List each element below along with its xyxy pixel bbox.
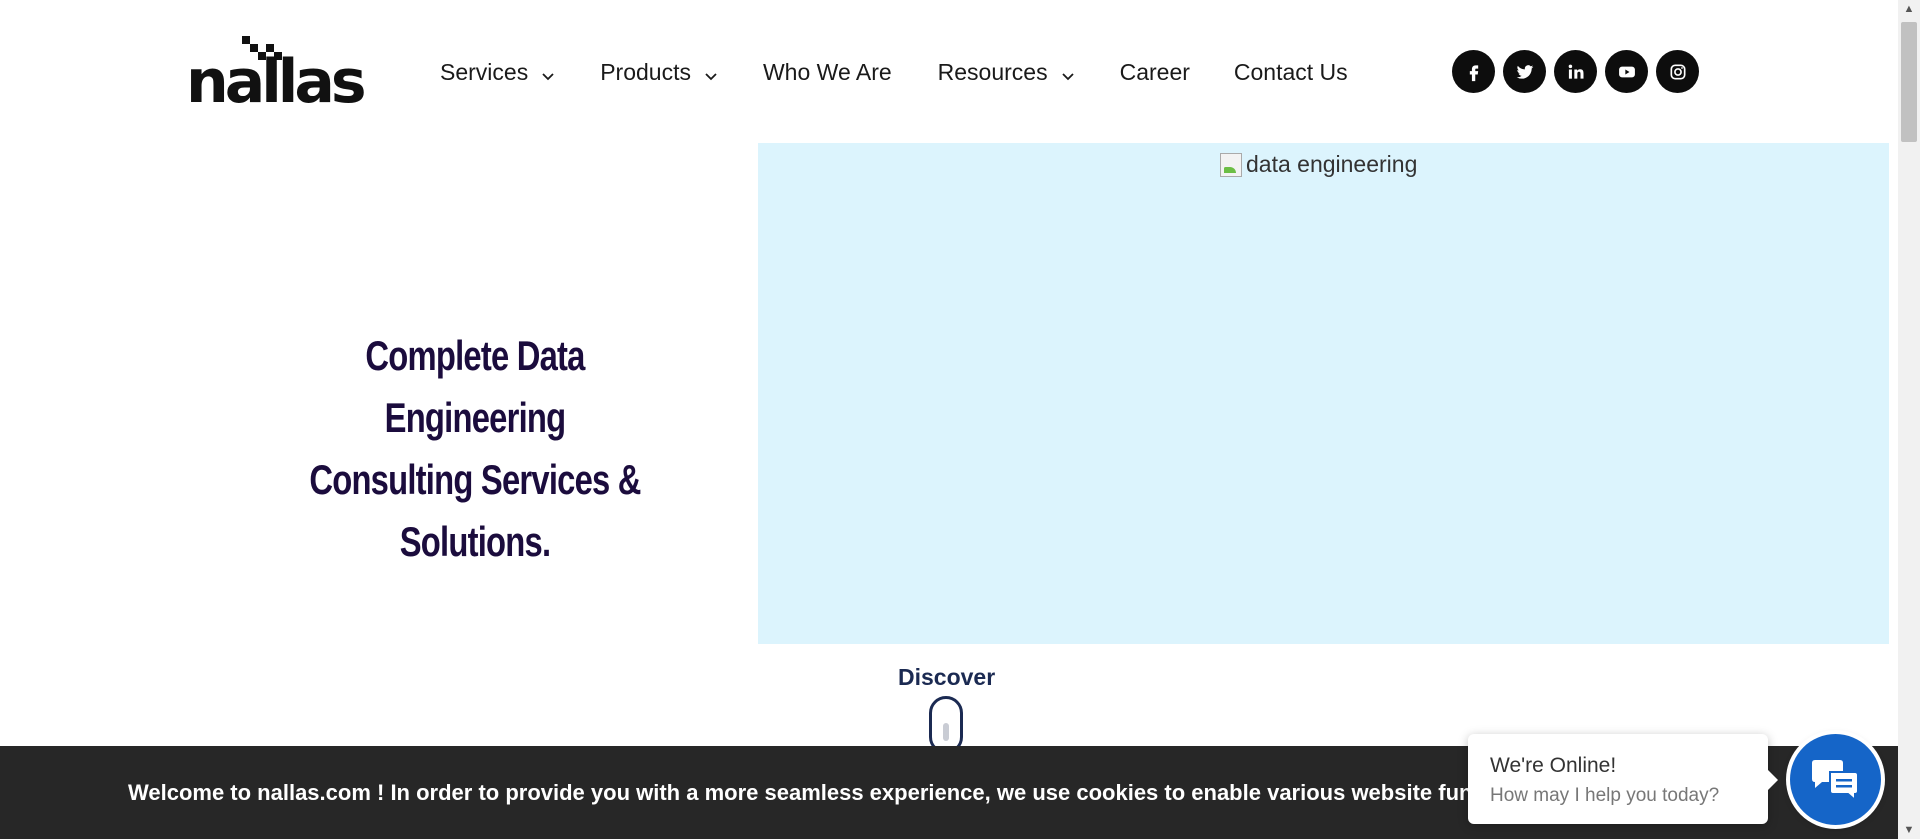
hero-title: Complete Data Engineering Consulting Ser… bbox=[284, 325, 666, 573]
nav-who-we-are[interactable]: Who We Are bbox=[763, 59, 892, 86]
nav-products[interactable]: Products bbox=[600, 59, 719, 86]
chat-title: We're Online! bbox=[1490, 754, 1617, 777]
scroll-up-arrow-icon[interactable]: ▲ bbox=[1898, 0, 1920, 18]
nav-who-we-are-label: Who We Are bbox=[762, 58, 892, 85]
nav-resources-label: Resources bbox=[937, 58, 1048, 85]
nav-contact-us-label: Contact Us bbox=[1233, 58, 1348, 85]
hero-image-alt-text: data engineering bbox=[1246, 151, 1418, 177]
chat-subtitle: How may I help you today? bbox=[1490, 785, 1720, 806]
chevron-down-icon bbox=[703, 63, 719, 81]
page-scrollbar[interactable]: ▲ ▼ bbox=[1898, 0, 1920, 839]
instagram-link[interactable] bbox=[1656, 50, 1699, 93]
nav-contact-us[interactable]: Contact Us bbox=[1234, 59, 1348, 86]
scroll-down-arrow-icon[interactable]: ▼ bbox=[1898, 821, 1920, 839]
broken-image-placeholder: data engineering bbox=[1220, 151, 1417, 178]
nav-services[interactable]: Services bbox=[440, 59, 556, 86]
nav-services-label: Services bbox=[440, 58, 529, 85]
chat-icon bbox=[1811, 759, 1859, 801]
facebook-link[interactable] bbox=[1452, 50, 1495, 93]
cookie-text: Welcome to nallas.com ! In order to prov… bbox=[128, 780, 1574, 805]
hero-title-line-2: Consulting Services & Solutions. bbox=[309, 456, 641, 565]
chevron-down-icon bbox=[540, 63, 556, 81]
nallas-logo[interactable]: nallas ® bbox=[186, 36, 367, 112]
nav-career[interactable]: Career bbox=[1120, 59, 1190, 86]
chevron-down-icon bbox=[1060, 63, 1076, 81]
broken-image-icon bbox=[1220, 152, 1242, 177]
main-nav: Services Products Who We Are Resources C… bbox=[440, 55, 1348, 89]
nav-resources[interactable]: Resources bbox=[938, 59, 1076, 86]
nav-career-label: Career bbox=[1119, 58, 1190, 85]
facebook-icon bbox=[1469, 64, 1478, 81]
hero-title-line-1: Complete Data Engineering bbox=[365, 332, 585, 441]
social-links bbox=[1452, 50, 1699, 93]
mouse-wheel bbox=[943, 723, 949, 741]
twitter-icon bbox=[1516, 64, 1533, 79]
discover-label[interactable]: Discover bbox=[898, 664, 995, 691]
youtube-link[interactable] bbox=[1605, 50, 1648, 93]
scrollbar-thumb[interactable] bbox=[1901, 22, 1917, 142]
nav-products-label: Products bbox=[600, 58, 691, 85]
chat-greeting-bubble[interactable]: We're Online! How may I help you today? bbox=[1468, 734, 1778, 824]
hero-image: data engineering bbox=[758, 143, 1889, 644]
instagram-icon bbox=[1670, 64, 1685, 79]
logo-registered-mark: ® bbox=[338, 68, 345, 78]
logo-wordmark: nallas bbox=[186, 47, 367, 117]
linkedin-icon bbox=[1568, 64, 1583, 79]
chat-launcher-button[interactable] bbox=[1790, 734, 1881, 825]
cookie-message: Welcome to nallas.com ! In order to prov… bbox=[128, 780, 1592, 806]
youtube-icon bbox=[1618, 66, 1635, 77]
twitter-link[interactable] bbox=[1503, 50, 1546, 93]
linkedin-link[interactable] bbox=[1554, 50, 1597, 93]
